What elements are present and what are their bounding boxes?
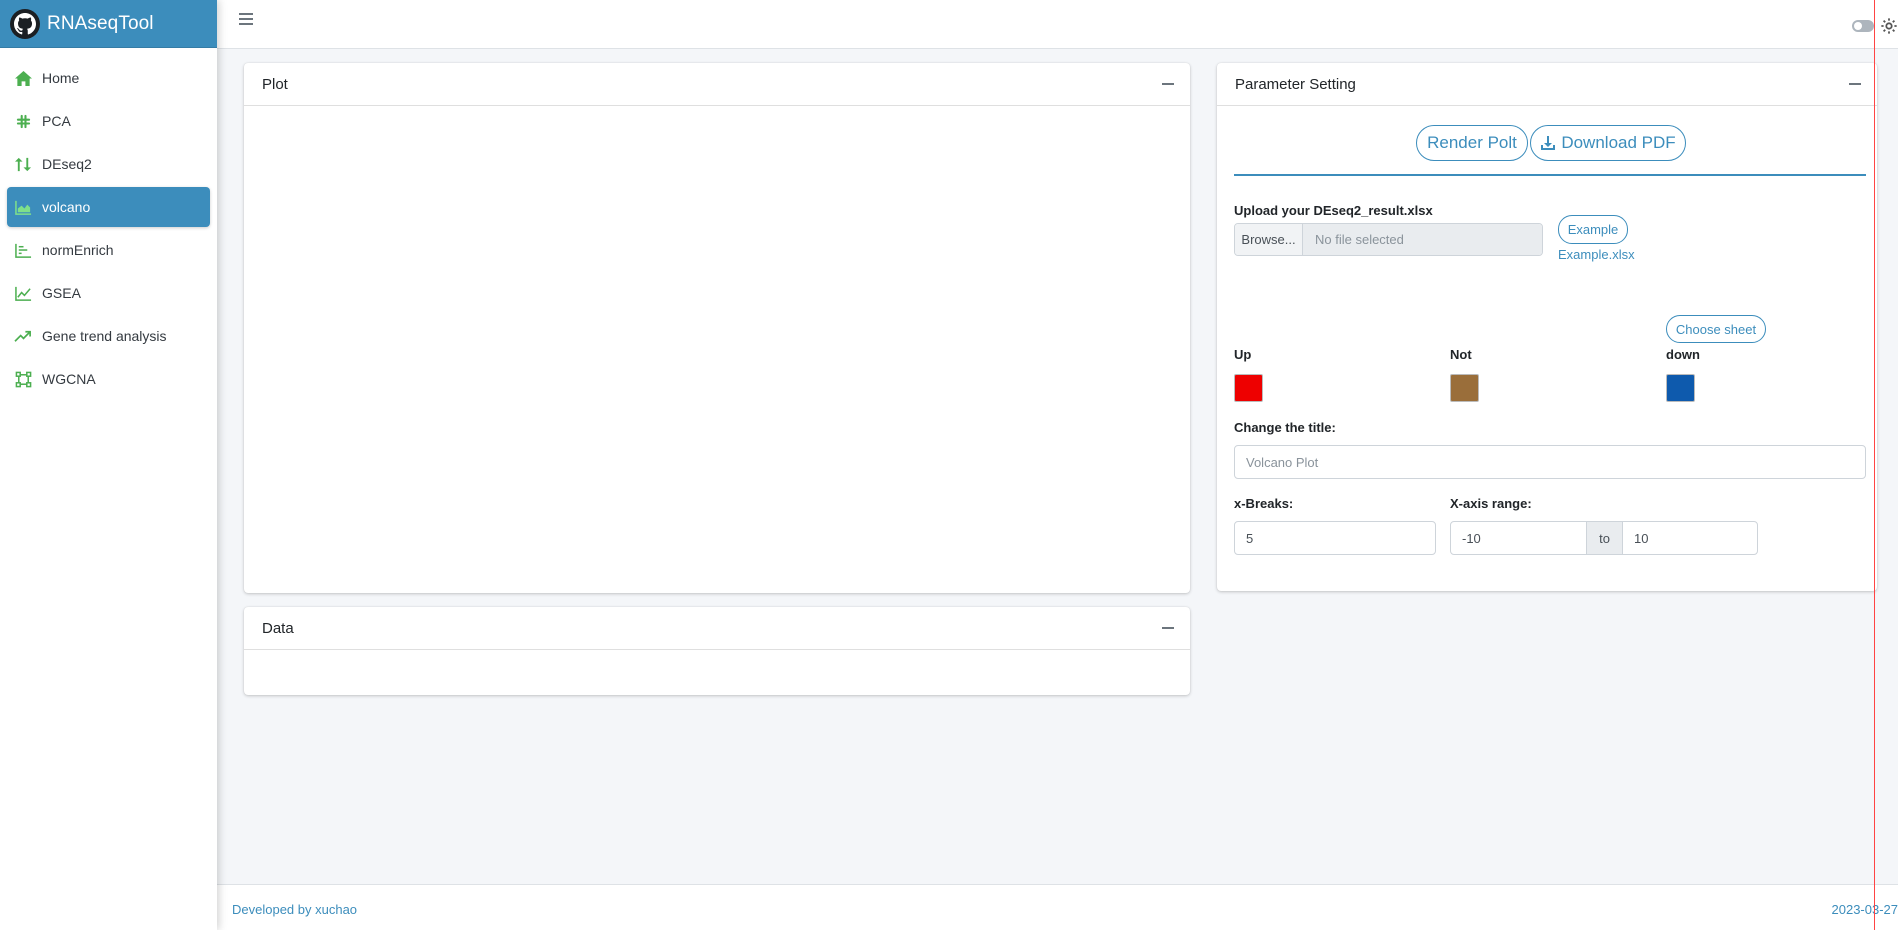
file-upload-input[interactable]: Browse... No file selected xyxy=(1234,223,1543,256)
param-card-title: Parameter Setting xyxy=(1235,75,1356,93)
download-pdf-label: Download PDF xyxy=(1561,133,1676,152)
title-input[interactable]: Volcano Plot xyxy=(1234,445,1866,479)
gear-icon[interactable] xyxy=(1880,17,1898,35)
brand[interactable]: RNAseqTool xyxy=(0,0,217,48)
x-range-max-input[interactable]: 10 xyxy=(1622,521,1758,555)
sidebar-item-normenrich[interactable]: normEnrich xyxy=(7,230,210,270)
bar-chart-icon xyxy=(14,241,36,259)
developer-credit-link[interactable]: Developed by xuchao xyxy=(232,902,357,917)
footer-date: 2023-03-27 xyxy=(1831,902,1898,917)
sidebar-item-label: normEnrich xyxy=(42,242,114,258)
sidebar-item-gene-trend-analysis[interactable]: Gene trend analysis xyxy=(7,316,210,356)
sidebar-item-label: WGCNA xyxy=(42,371,96,387)
browse-button[interactable]: Browse... xyxy=(1235,224,1303,255)
plot-card-header: Plot xyxy=(244,63,1190,106)
x-breaks-input[interactable]: 5 xyxy=(1234,521,1436,555)
line-chart-icon xyxy=(14,284,36,302)
sidebar-item-pca[interactable]: PCA xyxy=(7,101,210,141)
parameter-setting-card: Parameter Setting Render Polt Download P… xyxy=(1217,63,1877,591)
plot-collapse-button[interactable] xyxy=(1162,83,1174,85)
download-icon xyxy=(1541,136,1556,150)
param-collapse-button[interactable] xyxy=(1849,83,1861,85)
render-plot-label: Render Polt xyxy=(1427,133,1517,152)
sidebar-item-label: PCA xyxy=(42,113,71,129)
sidebar-item-home[interactable]: Home xyxy=(7,58,210,98)
example-xlsx-link[interactable]: Example.xlsx xyxy=(1558,247,1635,262)
footer: Developed by xuchao 2023-03-27 xyxy=(217,884,1898,930)
render-plot-button[interactable]: Render Polt xyxy=(1416,125,1528,161)
choose-sheet-button[interactable]: Choose sheet xyxy=(1666,315,1766,343)
sort-arrows-icon xyxy=(14,155,36,173)
up-color-picker[interactable] xyxy=(1234,374,1263,402)
slack-icon xyxy=(14,112,36,130)
sidebar-item-deseq2[interactable]: DEseq2 xyxy=(7,144,210,184)
param-card-body: Render Polt Download PDF Upload your DEs… xyxy=(1217,106,1877,591)
x-axis-range-label: X-axis range: xyxy=(1450,496,1532,511)
sidebar-item-gsea[interactable]: GSEA xyxy=(7,273,210,313)
app-title: RNAseqTool xyxy=(47,12,154,34)
sidebar-item-label: DEseq2 xyxy=(42,156,92,172)
sidebar-item-label: volcano xyxy=(42,199,91,215)
x-range-separator: to xyxy=(1586,521,1623,555)
top-navbar xyxy=(217,0,1898,49)
file-name-display: No file selected xyxy=(1303,224,1542,255)
choose-sheet-label: Choose sheet xyxy=(1675,321,1757,337)
upload-label: Upload your DEseq2_result.xlsx xyxy=(1234,203,1433,218)
data-card-header: Data xyxy=(244,607,1190,650)
example-button-label: Example xyxy=(1567,222,1619,237)
hamburger-menu-icon[interactable] xyxy=(239,13,253,27)
vertical-guide-line xyxy=(1874,0,1875,930)
down-color-label: down xyxy=(1666,347,1700,362)
not-color-picker[interactable] xyxy=(1450,374,1479,402)
not-color-label: Not xyxy=(1450,347,1472,362)
data-card: Data xyxy=(244,607,1190,695)
param-card-header: Parameter Setting xyxy=(1217,63,1877,106)
sidebar-nav: Home PCA DEseq2 volcano normEnrich GSEA … xyxy=(0,48,217,399)
example-button[interactable]: Example xyxy=(1558,215,1628,244)
up-color-label: Up xyxy=(1234,347,1252,362)
down-color-picker[interactable] xyxy=(1666,374,1695,402)
title-label: Change the title: xyxy=(1234,420,1336,435)
download-pdf-button[interactable]: Download PDF xyxy=(1530,125,1686,161)
plot-card-title: Plot xyxy=(262,75,288,93)
divider xyxy=(1234,174,1866,176)
x-range-min-input[interactable]: -10 xyxy=(1450,521,1587,555)
theme-toggle-switch[interactable] xyxy=(1852,20,1874,32)
sidebar-item-label: Gene trend analysis xyxy=(42,328,167,344)
sidebar-item-label: GSEA xyxy=(42,285,81,301)
data-collapse-button[interactable] xyxy=(1162,627,1174,629)
sidebar-item-volcano[interactable]: volcano xyxy=(7,187,210,227)
home-icon xyxy=(14,69,36,87)
data-card-title: Data xyxy=(262,619,294,637)
trend-up-icon xyxy=(14,327,36,345)
sidebar-item-label: Home xyxy=(42,70,80,86)
sidebar: RNAseqTool Home PCA DEseq2 volcano normE… xyxy=(0,0,217,930)
plot-card: Plot xyxy=(244,63,1190,593)
vector-square-icon xyxy=(14,370,36,388)
sidebar-item-wgcna[interactable]: WGCNA xyxy=(7,359,210,399)
github-logo-icon xyxy=(10,8,40,39)
area-chart-icon xyxy=(14,198,36,216)
x-breaks-label: x-Breaks: xyxy=(1234,496,1294,511)
